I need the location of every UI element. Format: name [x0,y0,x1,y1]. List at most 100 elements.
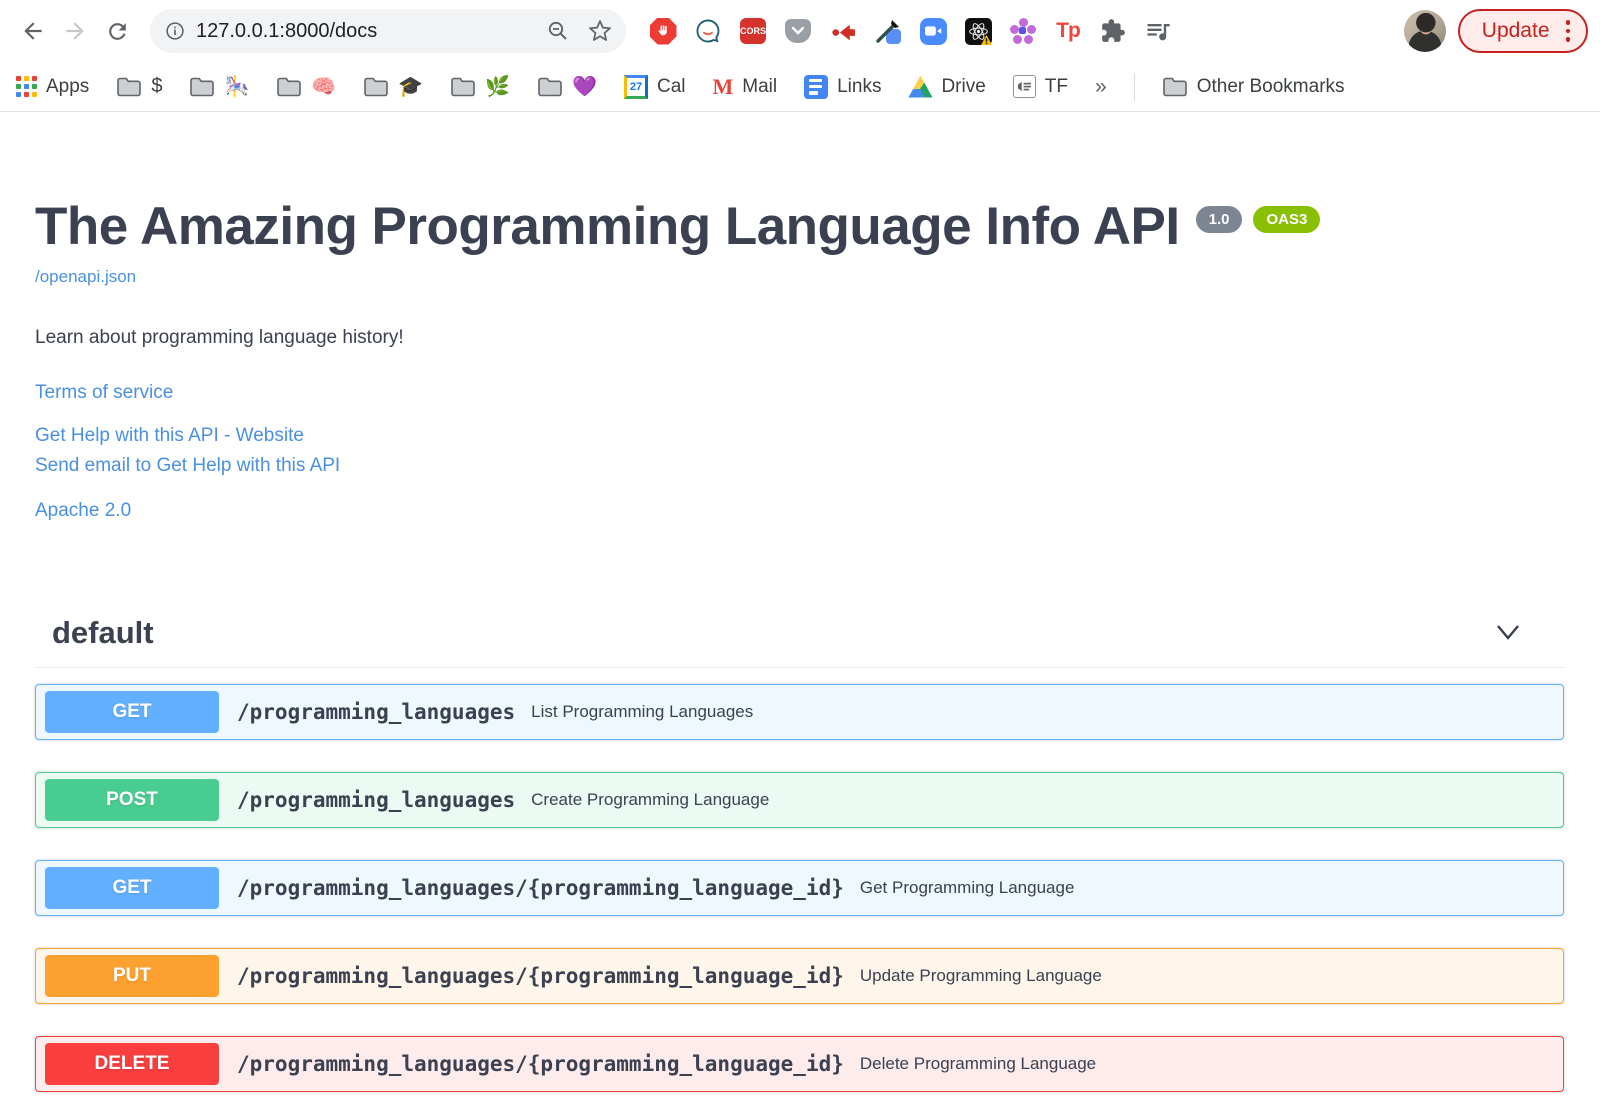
bookmark-links[interactable]: Links [804,74,882,99]
extensions-puzzle-icon[interactable] [1098,16,1128,46]
operation-row-delete-language[interactable]: DELETE /programming_languages/{programmi… [35,1036,1564,1093]
operation-summary: Delete Programming Language [859,1054,1097,1074]
purple-flower-extension-icon[interactable] [1008,16,1038,46]
cors-label: CORS [740,26,767,36]
bookmark-tf[interactable]: TF [1012,75,1069,98]
adblock-extension-icon[interactable] [648,16,678,46]
operation-summary: Update Programming Language [859,966,1102,986]
folder-icon [451,77,475,96]
address-bar[interactable]: 127.0.0.1:8000/docs [150,9,626,53]
folder-icon [190,77,215,96]
bookmark-label: 💜 [572,76,597,98]
bookmark-label: Mail [742,75,778,97]
update-button[interactable]: Update [1457,9,1588,53]
operation-row-get-language[interactable]: GET /programming_languages/{programming_… [35,860,1564,917]
page-title: The Amazing Programming Language Info AP… [35,197,1180,256]
eyedropper-extension-icon[interactable] [873,16,903,46]
bookmark-star-icon[interactable] [588,19,612,43]
openapi-json-link[interactable]: /openapi.json [35,267,136,287]
bookmark-label: 🧠 [311,76,337,98]
red-arrow-extension-icon[interactable] [828,16,858,46]
bookmark-folder-brain[interactable]: 🧠 [276,74,336,99]
operations-list: GET /programming_languages List Programm… [35,684,1564,1093]
bookmark-folder-dollar[interactable]: $ [116,75,162,98]
refresh-icon [108,22,126,40]
method-badge: GET [45,867,219,910]
folder-icon [1162,77,1187,96]
apps-grid-icon [16,76,37,97]
operation-summary: Get Programming Language [859,878,1075,898]
page-info-icon[interactable] [164,20,186,42]
swagger-docs-page: The Amazing Programming Language Info AP… [0,112,1600,1093]
bookmark-folder-carousel[interactable]: 🎠 [189,74,249,99]
api-title-row: The Amazing Programming Language Info AP… [35,197,1564,256]
help-website-link[interactable]: Get Help with this API - Website [35,421,304,450]
operation-row-list-languages[interactable]: GET /programming_languages List Programm… [35,684,1564,741]
extensions-row: CORS Tp [648,16,1398,46]
bookmark-label: TF [1044,75,1069,97]
google-calendar-icon: 27 [623,74,648,99]
chat-smile-extension-icon[interactable] [693,16,723,46]
bookmark-label: Links [837,75,882,97]
warning-triangle-icon [980,34,992,45]
media-playlist-icon[interactable] [1143,16,1173,46]
refresh-button[interactable] [96,10,138,52]
folder-icon [538,77,562,96]
bookmark-label: Apps [46,75,90,97]
method-badge: POST [45,779,219,822]
default-section: default GET /programming_languages List … [35,615,1564,1093]
calendar-day: 27 [629,80,643,93]
react-devtools-extension-icon[interactable] [963,16,993,46]
bookmark-folder-heart[interactable]: 💜 [537,74,597,99]
help-links-block: Get Help with this API - Website Send em… [35,421,1564,481]
help-email-link[interactable]: Send email to Get Help with this API [35,451,340,480]
pocket-extension-icon[interactable] [783,16,813,46]
back-icon [24,22,42,40]
method-badge: PUT [45,955,219,998]
bookmark-drive[interactable]: Drive [908,75,986,98]
profile-avatar[interactable] [1403,10,1446,52]
chevron-right-icon: » [1095,74,1107,98]
api-description: Learn about programming language history… [35,327,404,349]
bookmark-label: 🎓 [398,76,424,98]
tp-extension-icon[interactable]: Tp [1053,16,1083,46]
folder-icon [364,77,389,96]
zoom-out-icon[interactable] [546,19,570,43]
bookmark-folder-herb[interactable]: 🌿 [450,74,510,99]
operation-summary: Create Programming Language [531,790,770,810]
operation-summary: List Programming Languages [531,702,754,722]
bookmark-label: Cal [656,75,686,97]
bookmark-mail[interactable]: M Mail [712,74,777,100]
license-link[interactable]: Apache 2.0 [35,500,131,522]
bookmark-apps[interactable]: Apps [16,76,89,98]
browser-menu-kebab-icon[interactable] [1565,20,1570,42]
back-button[interactable] [12,10,54,52]
section-title: default [52,615,154,651]
terms-of-service-link[interactable]: Terms of service [35,382,173,404]
section-header[interactable]: default [35,615,1564,669]
bookmark-folder-grad[interactable]: 🎓 [363,74,423,99]
bookmark-other-bookmarks[interactable]: Other Bookmarks [1162,76,1345,98]
bookmarks-overflow-chevron[interactable]: » [1095,75,1107,99]
operation-path: /programming_languages/{programming_lang… [237,876,844,901]
oas3-badge: OAS3 [1253,206,1321,233]
bookmark-calendar[interactable]: 27 Cal [623,74,686,99]
operation-row-update-language[interactable]: PUT /programming_languages/{programming_… [35,948,1564,1005]
bookmarks-bar: Apps $ 🎠 🧠 🎓 🌿 💜 27 Cal M Mail Links Dri… [0,62,1600,112]
zoom-extension-icon[interactable] [918,16,948,46]
bookmark-label: Other Bookmarks [1196,75,1345,97]
bookmark-label: $ [151,75,163,97]
url-text[interactable]: 127.0.0.1:8000/docs [196,20,546,43]
method-badge: DELETE [45,1043,219,1086]
folder-icon [117,77,142,96]
tp-label: Tp [1056,19,1081,42]
operation-row-create-language[interactable]: POST /programming_languages Create Progr… [35,772,1564,829]
operation-path: /programming_languages [237,788,516,813]
operation-path: /programming_languages/{programming_lang… [237,1052,844,1077]
chevron-down-icon[interactable] [1492,622,1524,644]
bookmark-label: Drive [941,75,986,97]
method-badge: GET [45,691,219,734]
cors-extension-icon[interactable]: CORS [738,16,768,46]
forward-button[interactable] [54,10,96,52]
browser-toolbar: 127.0.0.1:8000/docs CORS Tp Update [0,0,1600,62]
